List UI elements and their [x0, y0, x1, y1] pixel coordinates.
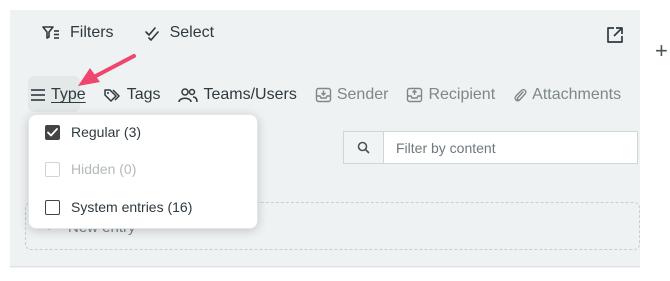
content-filter-input[interactable] — [384, 132, 637, 163]
filters-button[interactable]: Filters — [42, 24, 114, 42]
tab-sender[interactable]: Sender — [315, 86, 389, 104]
tab-recipient[interactable]: Recipient — [406, 86, 495, 104]
tab-sender-label: Sender — [336, 86, 389, 103]
panel-divider — [10, 266, 640, 267]
double-check-icon — [144, 27, 159, 41]
type-option-regular[interactable]: Regular (3) — [45, 124, 141, 140]
check-icon — [47, 127, 58, 136]
menu-icon — [31, 89, 45, 101]
checkbox-checked[interactable] — [45, 124, 60, 140]
top-toolbar: Filters Select — [42, 24, 214, 42]
inbox-upload-icon — [407, 87, 423, 103]
search-button[interactable] — [344, 132, 384, 163]
tab-attachments[interactable]: Attachments — [513, 86, 621, 104]
type-option-label: System entries (16) — [71, 199, 193, 215]
type-option-system-entries[interactable]: System entries (16) — [45, 199, 192, 215]
tab-recipient-label: Recipient — [428, 86, 496, 103]
inbox-download-icon — [315, 87, 332, 103]
tab-teams-users-label: Teams/Users — [203, 86, 297, 103]
filter-icon — [42, 26, 59, 39]
checkbox-disabled — [45, 161, 60, 177]
search-icon — [357, 141, 370, 154]
annotation-arrow-icon — [78, 54, 136, 86]
type-option-label: Regular (3) — [71, 124, 142, 140]
users-icon — [178, 88, 199, 103]
select-button[interactable]: Select — [144, 24, 214, 42]
external-link-icon[interactable] — [606, 26, 624, 44]
select-label: Select — [169, 24, 215, 41]
content-filter — [343, 131, 638, 164]
paperclip-icon — [514, 88, 527, 101]
type-option-label: Hidden (0) — [71, 161, 137, 177]
filters-label: Filters — [70, 24, 114, 41]
add-icon[interactable]: + — [655, 40, 668, 62]
tab-teams-users[interactable]: Teams/Users — [178, 86, 297, 104]
tab-attachments-label: Attachments — [532, 86, 622, 103]
checkbox-unchecked[interactable] — [45, 199, 60, 215]
type-dropdown: Regular (3) Hidden (0) System entries (1… — [28, 114, 258, 229]
type-option-hidden: Hidden (0) — [45, 161, 136, 177]
